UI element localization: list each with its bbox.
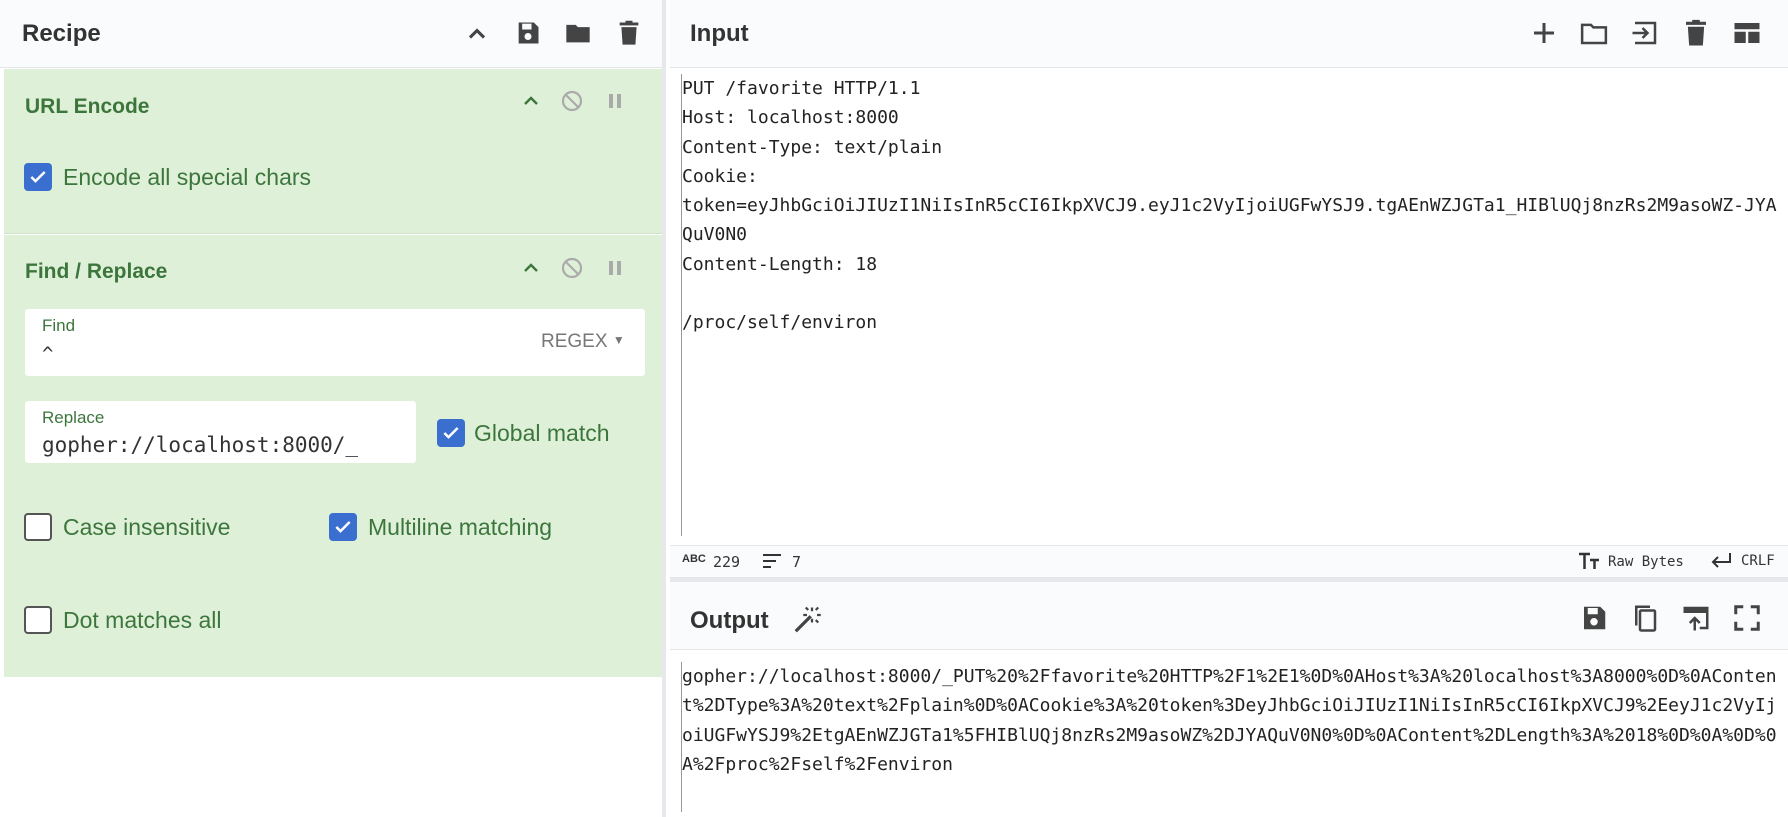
pause-icon[interactable] bbox=[603, 89, 627, 118]
output-textarea[interactable]: gopher://localhost:8000/_PUT%20%2Ffavori… bbox=[681, 662, 1782, 812]
find-input[interactable]: ^ bbox=[42, 343, 53, 365]
recipe-header: Recipe bbox=[0, 0, 662, 68]
multiline-label: Multiline matching bbox=[368, 514, 553, 540]
replace-field[interactable]: Replace gopher://localhost:8000/_ bbox=[25, 401, 416, 463]
save-icon[interactable] bbox=[1579, 603, 1609, 638]
output-header: Output bbox=[670, 582, 1788, 650]
encoding-selector[interactable]: Raw Bytes bbox=[1608, 554, 1684, 570]
output-title: Output bbox=[690, 607, 769, 634]
input-title: Input bbox=[690, 20, 749, 47]
trash-icon[interactable] bbox=[1681, 18, 1711, 53]
operation-url-encode: URL Encode Encode all special chars bbox=[4, 69, 662, 234]
input-pane: Input PUT /favorite HTTP/1.1 Host: local… bbox=[670, 0, 1788, 578]
caret-down-icon: ▼ bbox=[612, 333, 625, 347]
line-count-icon bbox=[762, 553, 782, 573]
global-match-checkbox[interactable] bbox=[437, 419, 465, 447]
input-textarea[interactable]: PUT /favorite HTTP/1.1 Host: localhost:8… bbox=[681, 74, 1782, 536]
folder-icon[interactable] bbox=[1579, 18, 1609, 53]
chevron-up-icon[interactable] bbox=[519, 256, 543, 285]
char-count-icon: ABC bbox=[682, 553, 706, 565]
encode-all-label: Encode all special chars bbox=[63, 164, 312, 190]
recipe-title: Recipe bbox=[22, 20, 101, 47]
recipe-pane: Recipe URL Encode Encode all special cha… bbox=[0, 0, 666, 817]
replace-input[interactable]: gopher://localhost:8000/_ bbox=[42, 433, 358, 457]
find-label: Find bbox=[42, 316, 76, 335]
char-count: 229 bbox=[713, 553, 741, 571]
folder-icon[interactable] bbox=[562, 17, 594, 49]
replace-label: Replace bbox=[42, 408, 105, 427]
global-match-label: Global match bbox=[474, 420, 610, 446]
output-pane: Output gopher://localhost:8000/_PUT%20%2… bbox=[670, 582, 1788, 817]
save-icon[interactable] bbox=[512, 17, 544, 49]
encode-all-checkbox[interactable] bbox=[24, 163, 52, 191]
operation-title: Find / Replace bbox=[25, 260, 168, 283]
pause-icon[interactable] bbox=[603, 256, 627, 285]
magic-wand-icon[interactable] bbox=[792, 605, 822, 640]
fullscreen-icon[interactable] bbox=[1732, 603, 1762, 638]
chevron-up-icon[interactable] bbox=[461, 18, 493, 50]
operation-title: URL Encode bbox=[25, 95, 150, 118]
find-field[interactable]: Find ^ REGEX ▼ bbox=[25, 309, 645, 376]
regex-dropdown-label: REGEX bbox=[541, 331, 608, 352]
copy-icon[interactable] bbox=[1630, 603, 1660, 638]
import-icon[interactable] bbox=[1630, 18, 1660, 53]
disable-icon[interactable] bbox=[560, 256, 584, 285]
case-insensitive-checkbox[interactable] bbox=[24, 513, 52, 541]
case-insensitive-label: Case insensitive bbox=[63, 514, 231, 540]
chevron-up-icon[interactable] bbox=[519, 89, 543, 118]
plus-icon[interactable] bbox=[1529, 18, 1559, 53]
input-status-bar: ABC 229 7 Raw Bytes CRLF bbox=[670, 545, 1788, 578]
text-size-icon bbox=[1578, 551, 1600, 575]
regex-dropdown[interactable]: REGEX ▼ bbox=[541, 331, 625, 353]
input-header: Input bbox=[670, 0, 1788, 68]
operation-find-replace: Find / Replace Find ^ REGEX ▼ Replace go… bbox=[4, 235, 662, 677]
dot-matches-all-checkbox[interactable] bbox=[24, 606, 52, 634]
layout-icon[interactable] bbox=[1732, 18, 1762, 53]
eol-selector[interactable]: CRLF bbox=[1741, 553, 1775, 569]
multiline-checkbox[interactable] bbox=[329, 513, 357, 541]
dot-matches-all-label: Dot matches all bbox=[63, 607, 222, 633]
trash-icon[interactable] bbox=[613, 17, 645, 49]
eol-icon bbox=[1710, 551, 1732, 575]
line-count: 7 bbox=[792, 553, 802, 571]
replace-input-icon[interactable] bbox=[1681, 603, 1711, 638]
disable-icon[interactable] bbox=[560, 89, 584, 118]
